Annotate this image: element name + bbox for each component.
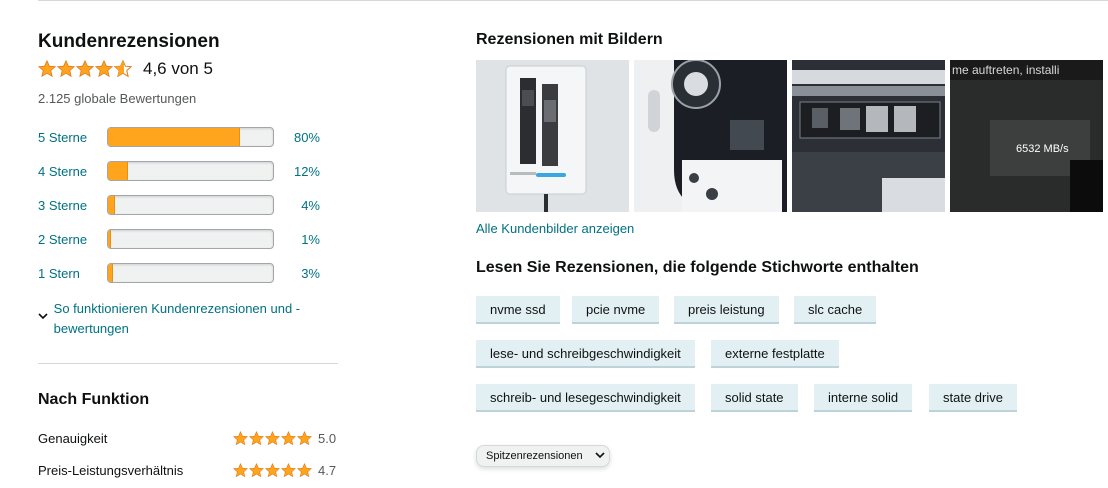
keyword-chip[interactable]: lese- und schreibgeschwindigkeit (476, 340, 695, 368)
keyword-chip[interactable]: pcie nvme (572, 296, 660, 324)
section-divider (38, 363, 338, 364)
histogram-star-label[interactable]: 2 Sterne (38, 232, 107, 247)
histogram-row[interactable]: 5 Sterne 80% (38, 127, 328, 147)
histogram-row[interactable]: 3 Sterne 4% (38, 195, 328, 215)
histogram-row[interactable]: 2 Sterne 1% (38, 229, 328, 249)
histogram-percent[interactable]: 3% (274, 266, 320, 281)
histogram-bar[interactable] (107, 195, 274, 215)
feature-label: Genauigkeit (38, 430, 108, 446)
keyword-chip[interactable]: externe festplatte (711, 340, 839, 368)
histogram-bar-fill (108, 196, 115, 214)
five-stars-icon (233, 462, 312, 478)
histogram-percent[interactable]: 1% (274, 232, 320, 247)
keywords-heading: Lesen Sie Rezensionen, die folgende Stic… (476, 259, 919, 276)
histogram-bar[interactable] (107, 229, 274, 249)
reviews-with-images: Rezensionen mit Bildern me auftreten, in… (476, 30, 1108, 488)
keyword-chip[interactable]: preis leistung (674, 296, 779, 324)
see-all-customer-images-link[interactable]: Alle Kundenbilder anzeigen (476, 221, 634, 236)
review-image-3[interactable] (792, 60, 945, 212)
histogram-percent[interactable]: 12% (274, 164, 320, 179)
histogram-percent[interactable]: 80% (274, 130, 320, 145)
chevron-down-icon (38, 299, 54, 339)
histogram-percent[interactable]: 4% (274, 198, 320, 213)
top-divider (38, 0, 1108, 1)
customer-reviews-summary: Kundenrezensionen 4,6 von 5 2.125 global… (38, 30, 340, 488)
histogram-bar[interactable] (107, 263, 274, 283)
histogram-bar-fill (108, 162, 128, 180)
histogram-bar-fill (108, 230, 112, 248)
feature-row-accuracy[interactable]: Genauigkeit 5.0 (38, 428, 340, 448)
feature-value: 4.7 (318, 462, 337, 478)
average-rating-text: 4,6 von 5 (143, 59, 213, 78)
histogram-bar[interactable] (107, 161, 274, 181)
chevron-down-icon (595, 451, 605, 462)
histogram-bar[interactable] (107, 127, 274, 147)
histogram-star-label[interactable]: 5 Sterne (38, 130, 107, 145)
review-image-1[interactable] (476, 60, 629, 212)
keyword-chip[interactable]: nvme ssd (476, 296, 560, 324)
photo-speed-caption: 6532 MB/s (1016, 143, 1069, 155)
review-image-2[interactable] (634, 60, 787, 212)
histogram-bar-fill (108, 128, 240, 146)
keyword-chip[interactable]: slc cache (794, 296, 877, 324)
feature-row-value-for-money[interactable]: Preis-Leistungsverhältnis 4.7 (38, 460, 340, 480)
how-reviews-work-link[interactable]: So funktionieren Kundenrezensionen und -… (38, 299, 328, 339)
average-rating[interactable]: 4,6 von 5 (38, 58, 340, 80)
reviews-heading: Kundenrezensionen (38, 31, 220, 52)
review-image-4[interactable]: me auftreten, installi 6532 MB/s (950, 60, 1103, 212)
photo-background-text: me auftreten, installi (952, 63, 1059, 77)
keyword-chip[interactable]: interne solid (814, 384, 913, 412)
feature-value: 5.0 (318, 430, 337, 446)
sort-selected-value: Spitzenrezensionen (486, 450, 583, 462)
sort-dropdown[interactable]: Spitzenrezensionen (476, 445, 610, 467)
histogram-star-label[interactable]: 1 Stern (38, 266, 107, 281)
reviews-with-images-heading: Rezensionen mit Bildern (476, 31, 663, 48)
keyword-chip[interactable]: state drive (929, 384, 1017, 412)
how-reviews-work-text: So funktionieren Kundenrezensionen und -… (53, 301, 301, 336)
histogram-star-label[interactable]: 3 Sterne (38, 198, 107, 213)
feature-label: Preis-Leistungsverhältnis (38, 462, 184, 478)
histogram-row[interactable]: 1 Stern 3% (38, 263, 328, 283)
average-stars-icon (38, 60, 132, 78)
global-ratings-count: 2.125 globale Bewertungen (38, 91, 197, 106)
by-feature-heading: Nach Funktion (38, 391, 150, 408)
keyword-chip[interactable]: schreib- und lesegeschwindigkeit (476, 384, 695, 412)
five-stars-icon (233, 430, 312, 446)
histogram-row[interactable]: 4 Sterne 12% (38, 161, 328, 181)
review-image-strip: me auftreten, installi 6532 MB/s (476, 60, 1108, 212)
histogram-bar-fill (108, 264, 113, 282)
histogram-star-label[interactable]: 4 Sterne (38, 164, 107, 179)
keyword-chip[interactable]: solid state (711, 384, 798, 412)
